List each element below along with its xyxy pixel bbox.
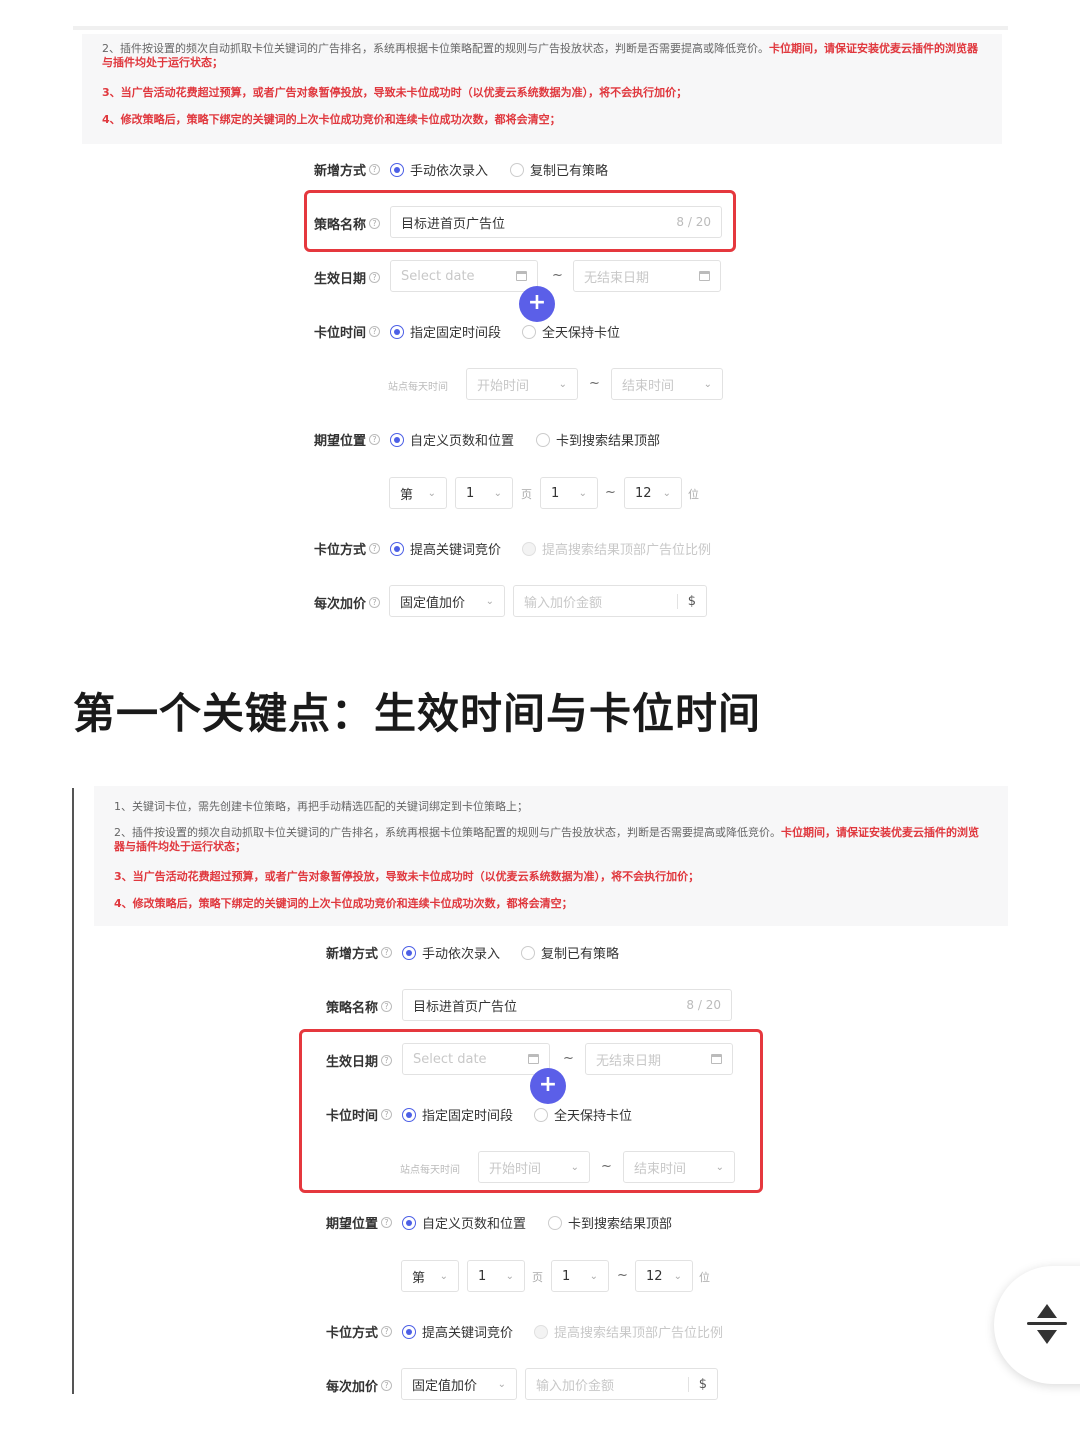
bid-label: 每次加价? bbox=[326, 1376, 393, 1395]
arrow-down-icon bbox=[1037, 1330, 1057, 1344]
pos-to-select[interactable]: 12 ⌄ bbox=[635, 1260, 693, 1292]
help-icon: ? bbox=[369, 164, 381, 175]
start-date-input[interactable]: Select date bbox=[390, 260, 538, 292]
strategy-name-input[interactable]: 目标进首页广告位 8 / 20 bbox=[402, 989, 732, 1021]
end-time-select[interactable]: 结束时间 ⌄ bbox=[611, 368, 723, 400]
note-4: 4、修改策略后，策略下绑定的关键词的上次卡位成功竞价和连续卡位成功次数，都将会清… bbox=[114, 897, 573, 910]
note-2: 2、插件按设置的频次自动抓取卡位关键词的广告排名，系统再根据卡位策略配置的规则与… bbox=[102, 42, 978, 69]
pos-top-radio[interactable]: 卡到搜索结果顶部 bbox=[536, 430, 660, 449]
chevron-down-icon: ⌄ bbox=[427, 487, 436, 499]
method-bid-radio[interactable]: 提高关键词竞价 bbox=[402, 1322, 513, 1341]
pos-prefix-select[interactable]: 第 ⌄ bbox=[401, 1260, 459, 1292]
help-icon: ? bbox=[381, 1326, 393, 1337]
pos-top-radio[interactable]: 卡到搜索结果顶部 bbox=[548, 1213, 672, 1232]
method-bid-radio[interactable]: 提高关键词竞价 bbox=[390, 539, 501, 558]
note-4: 4、修改策略后，策略下绑定的关键词的上次卡位成功竞价和连续卡位成功次数，都将会清… bbox=[102, 113, 561, 126]
date-label: 生效日期? bbox=[314, 268, 381, 287]
chevron-down-icon: ⌄ bbox=[497, 1378, 506, 1390]
chevron-down-icon: ⌄ bbox=[578, 487, 587, 499]
help-icon: ? bbox=[381, 1380, 393, 1391]
position-label: 期望位置? bbox=[314, 430, 381, 449]
method-topratio-radio: 提高搜索结果顶部广告位比例 bbox=[522, 539, 711, 558]
method-label: 卡位方式? bbox=[326, 1322, 393, 1341]
name-label: 策略名称? bbox=[326, 997, 393, 1016]
chevron-down-icon: ⌄ bbox=[589, 1270, 598, 1282]
help-icon: ? bbox=[369, 434, 381, 445]
help-icon: ? bbox=[381, 1217, 393, 1228]
help-icon: ? bbox=[381, 1001, 393, 1012]
bid-amount-input[interactable]: 输入加价金额 $ bbox=[525, 1368, 718, 1400]
note-2: 2、插件按设置的频次自动抓取卡位关键词的广告排名，系统再根据卡位策略配置的规则与… bbox=[114, 826, 979, 853]
site-time-label: 站点每天时间 bbox=[388, 382, 448, 393]
chevron-down-icon: ⌄ bbox=[493, 487, 502, 499]
notes-panel: 2、插件按设置的频次自动抓取卡位关键词的广告排名，系统再根据卡位策略配置的规则与… bbox=[82, 34, 1002, 144]
highlight-box-dates bbox=[299, 1029, 763, 1193]
end-date-input[interactable]: 无结束日期 bbox=[573, 260, 721, 292]
help-icon: ? bbox=[369, 543, 381, 554]
help-icon: ? bbox=[369, 326, 381, 337]
start-time-select[interactable]: 开始时间 ⌄ bbox=[466, 368, 578, 400]
add-mode-label: 新增方式? bbox=[314, 160, 381, 179]
time-allday-radio[interactable]: 全天保持卡位 bbox=[522, 322, 620, 341]
pos-to-select[interactable]: 12 ⌄ bbox=[624, 477, 682, 509]
pos-prefix-select[interactable]: 第 ⌄ bbox=[389, 477, 447, 509]
screenshot-bottom: 1、关键词卡位，需先创建卡位策略，再把手动精选匹配的关键词绑定到卡位策略上； 2… bbox=[0, 780, 1080, 1400]
bid-type-select[interactable]: 固定值加价 ⌄ bbox=[389, 585, 505, 617]
help-icon: ? bbox=[381, 947, 393, 958]
add-mode-manual-radio[interactable]: 手动依次录入 bbox=[390, 160, 488, 179]
highlight-box-name bbox=[304, 190, 736, 252]
chevron-down-icon: ⌄ bbox=[505, 1270, 514, 1282]
help-icon: ? bbox=[369, 597, 381, 608]
bid-label: 每次加价? bbox=[314, 593, 381, 612]
add-mode-label: 新增方式? bbox=[326, 943, 393, 962]
position-label: 期望位置? bbox=[326, 1213, 393, 1232]
bid-type-select[interactable]: 固定值加价 ⌄ bbox=[401, 1368, 517, 1400]
note-1: 1、关键词卡位，需先创建卡位策略，再把手动精选匹配的关键词绑定到卡位策略上； bbox=[114, 800, 528, 813]
note-3: 3、当广告活动花费超过预算，或者广告对象暂停投放，导致未卡位成功时（以优麦云系统… bbox=[102, 86, 688, 99]
chevron-down-icon: ⌄ bbox=[662, 487, 671, 499]
screenshot-top: 2、插件按设置的频次自动抓取卡位关键词的广告排名，系统再根据卡位策略配置的规则与… bbox=[0, 0, 1080, 660]
chevron-down-icon: ⌄ bbox=[703, 378, 712, 390]
pos-from-select[interactable]: 1 ⌄ bbox=[540, 477, 598, 509]
chevron-down-icon: ⌄ bbox=[558, 378, 567, 390]
add-plus-button[interactable]: + bbox=[519, 286, 555, 322]
chevron-down-icon: ⌄ bbox=[439, 1270, 448, 1282]
note-3: 3、当广告活动花费超过预算，或者广告对象暂停投放，导致未卡位成功时（以优麦云系统… bbox=[114, 870, 700, 883]
pos-custom-radio[interactable]: 自定义页数和位置 bbox=[402, 1213, 526, 1232]
method-label: 卡位方式? bbox=[314, 539, 381, 558]
help-icon: ? bbox=[369, 272, 381, 283]
add-mode-copy-radio[interactable]: 复制已有策略 bbox=[510, 160, 608, 179]
calendar-icon bbox=[699, 271, 710, 281]
notes-panel: 1、关键词卡位，需先创建卡位策略，再把手动精选匹配的关键词绑定到卡位策略上； 2… bbox=[94, 786, 1008, 926]
time-fixed-radio[interactable]: 指定固定时间段 bbox=[390, 322, 501, 341]
section-heading: 第一个关键点：生效时间与卡位时间 bbox=[73, 689, 762, 738]
pos-page-select[interactable]: 1 ⌄ bbox=[455, 477, 513, 509]
divider-icon bbox=[1027, 1322, 1067, 1325]
calendar-icon bbox=[516, 271, 527, 281]
method-topratio-radio: 提高搜索结果顶部广告位比例 bbox=[534, 1322, 723, 1341]
chevron-down-icon: ⌄ bbox=[673, 1270, 682, 1282]
time-label: 卡位时间? bbox=[314, 322, 381, 341]
pos-custom-radio[interactable]: 自定义页数和位置 bbox=[390, 430, 514, 449]
arrow-up-icon bbox=[1037, 1304, 1057, 1318]
pos-from-select[interactable]: 1 ⌄ bbox=[551, 1260, 609, 1292]
add-mode-copy-radio[interactable]: 复制已有策略 bbox=[521, 943, 619, 962]
bid-amount-input[interactable]: 输入加价金额 $ bbox=[513, 585, 707, 617]
chevron-down-icon: ⌄ bbox=[485, 595, 494, 607]
pos-page-select[interactable]: 1 ⌄ bbox=[467, 1260, 525, 1292]
add-mode-manual-radio[interactable]: 手动依次录入 bbox=[402, 943, 500, 962]
